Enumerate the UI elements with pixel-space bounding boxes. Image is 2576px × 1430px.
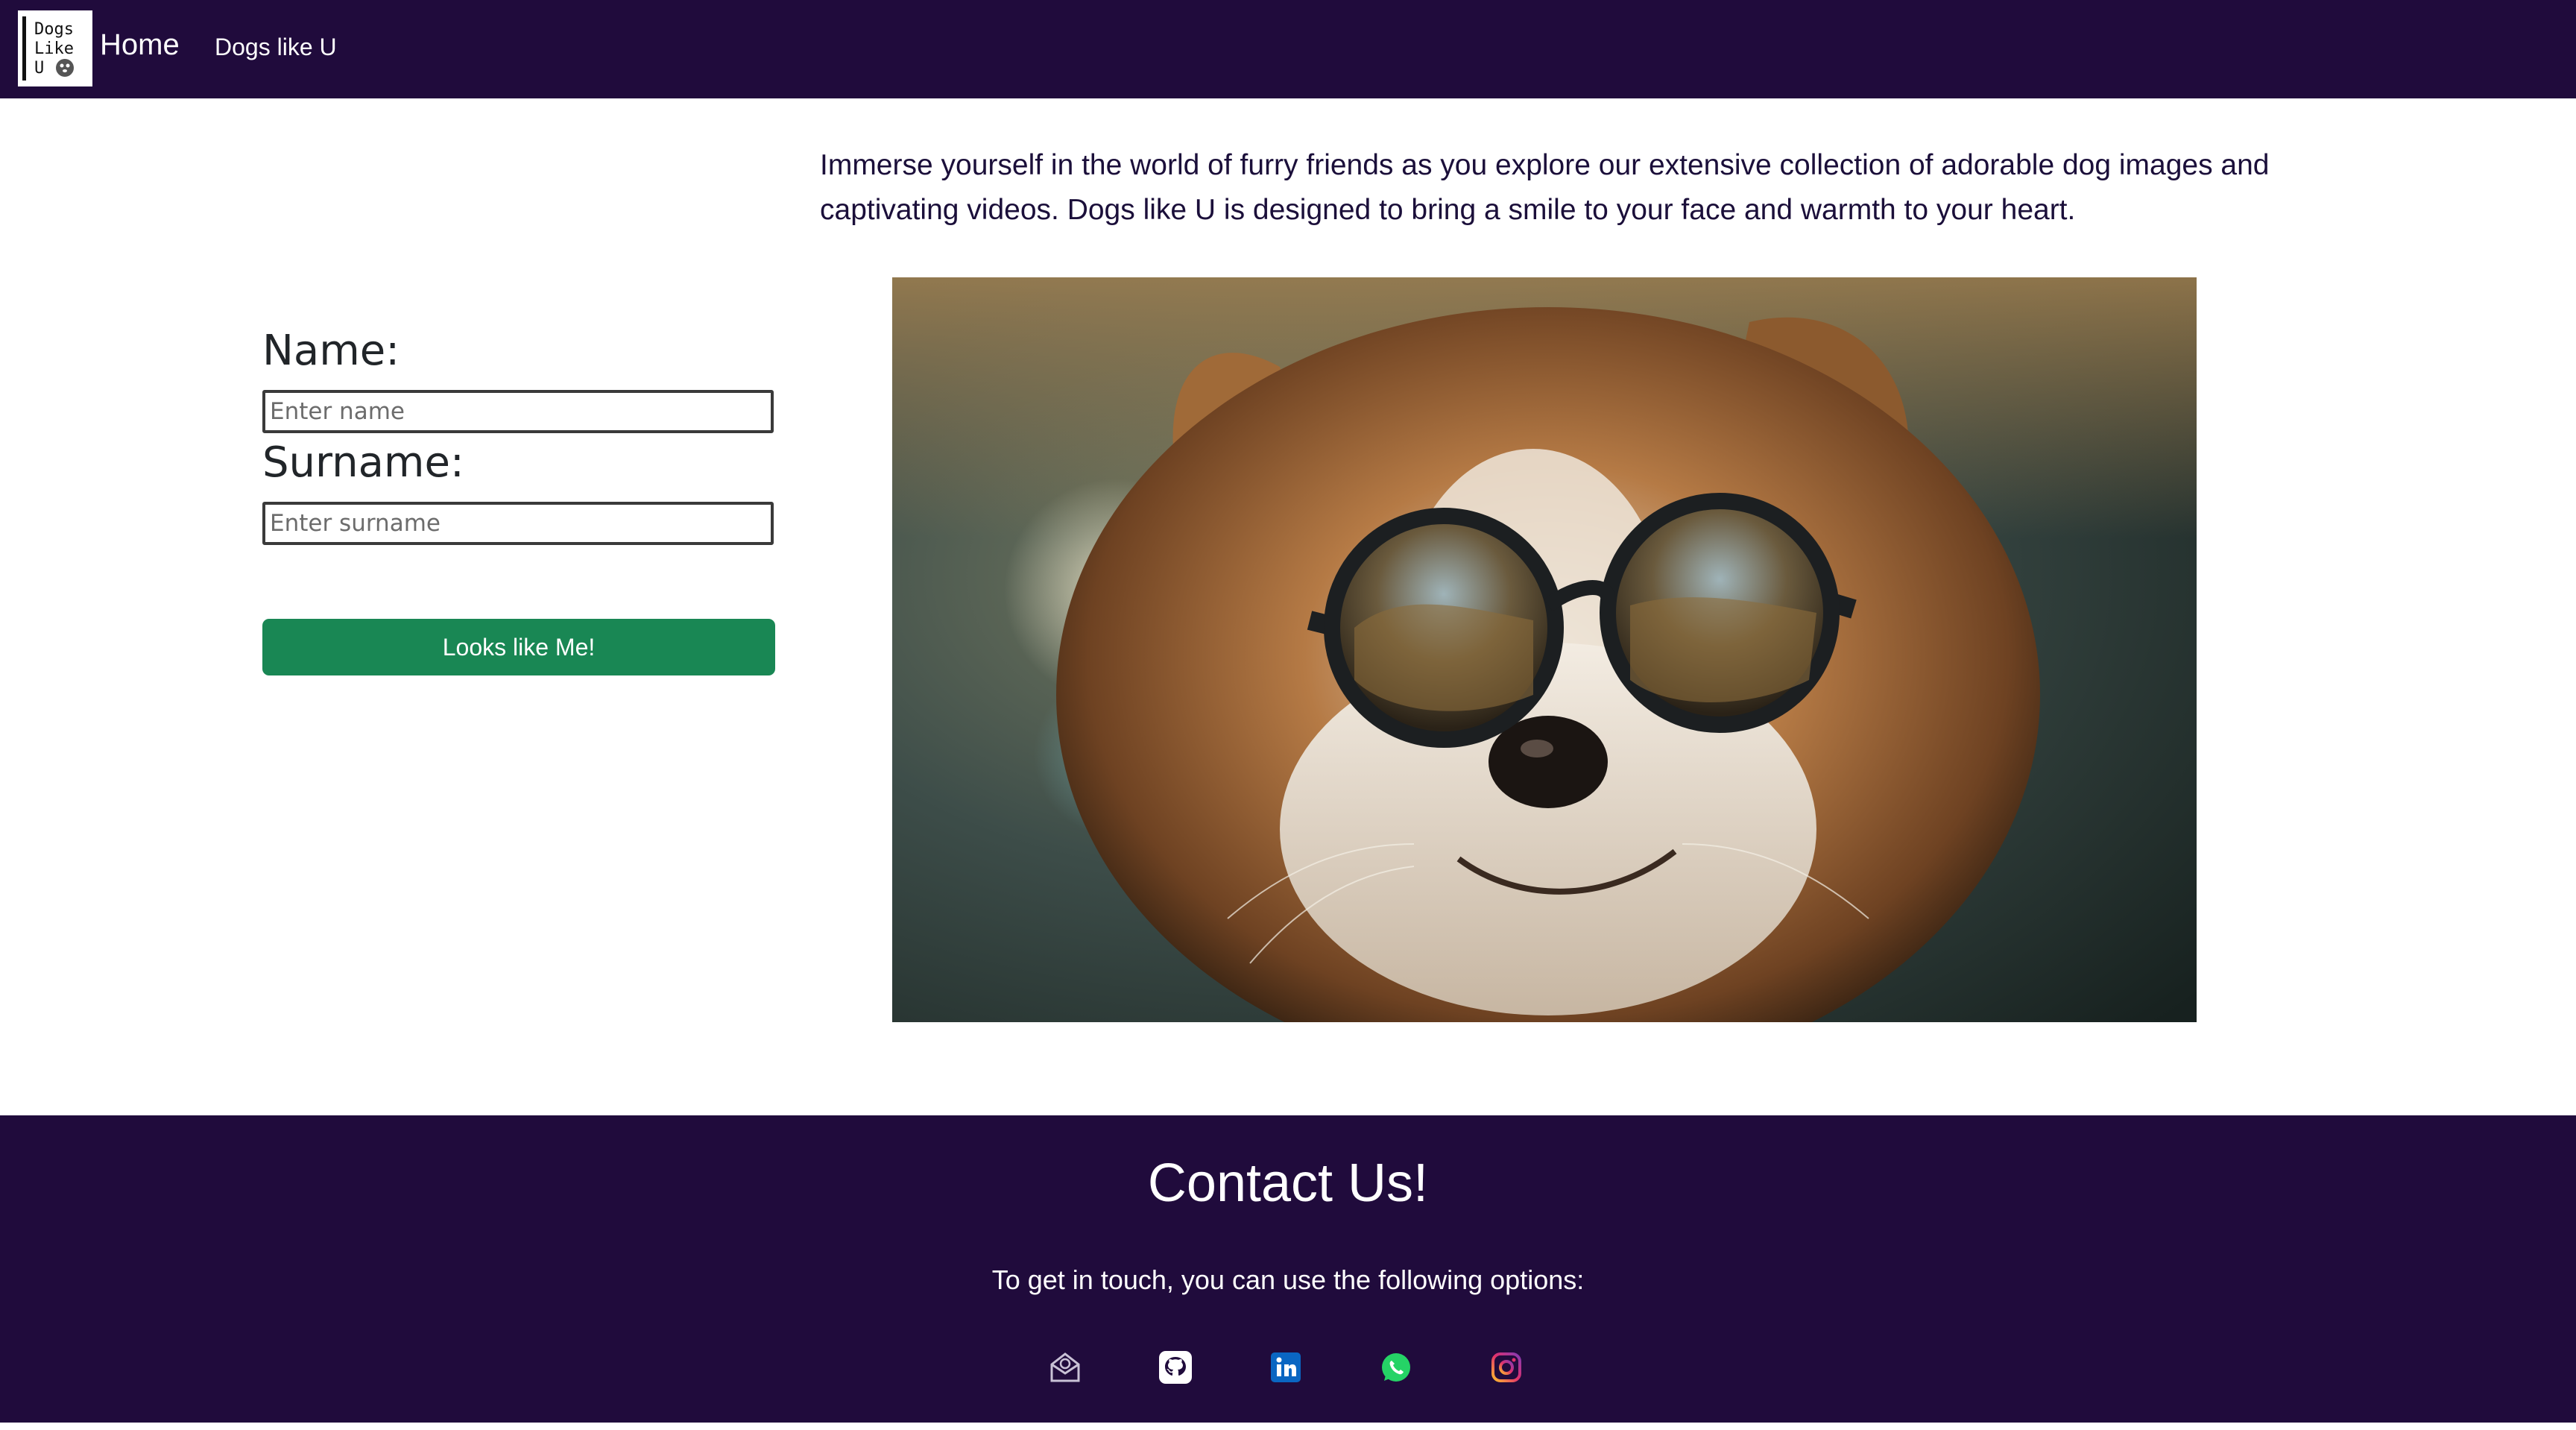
- logo-text-u: U: [34, 59, 44, 78]
- logo-icon: Dogs Like U: [18, 10, 92, 86]
- intro-text: Immerse yourself in the world of furry f…: [820, 149, 2270, 226]
- logo-text-like: Like: [34, 40, 74, 58]
- navbar: Dogs Like U Home Dogs like U: [0, 0, 2576, 98]
- logo-text-dogs: Dogs: [34, 20, 74, 39]
- whatsapp-icon[interactable]: [1378, 1349, 1414, 1385]
- looks-like-me-button[interactable]: Looks like Me!: [262, 619, 775, 675]
- nav-home-link[interactable]: Home: [100, 30, 180, 60]
- surname-label: Surname:: [262, 438, 464, 487]
- dog-with-sunglasses-image: [892, 277, 2197, 1022]
- instagram-icon[interactable]: [1489, 1349, 1524, 1385]
- email-icon[interactable]: [1047, 1349, 1083, 1385]
- social-links: [1047, 1349, 1532, 1385]
- github-icon[interactable]: [1158, 1349, 1193, 1385]
- footer: Contact Us! To get in touch, you can use…: [0, 1115, 2576, 1423]
- nav-dogs-like-u-link[interactable]: Dogs like U: [215, 35, 337, 59]
- surname-input[interactable]: [262, 502, 774, 545]
- name-input[interactable]: [262, 390, 774, 433]
- linkedin-icon[interactable]: [1268, 1349, 1304, 1385]
- name-label: Name:: [262, 327, 400, 375]
- contact-title: Contact Us!: [1147, 1153, 1429, 1213]
- contact-text: To get in touch, you can use the followi…: [991, 1264, 1585, 1295]
- logo[interactable]: Dogs Like U: [18, 10, 92, 86]
